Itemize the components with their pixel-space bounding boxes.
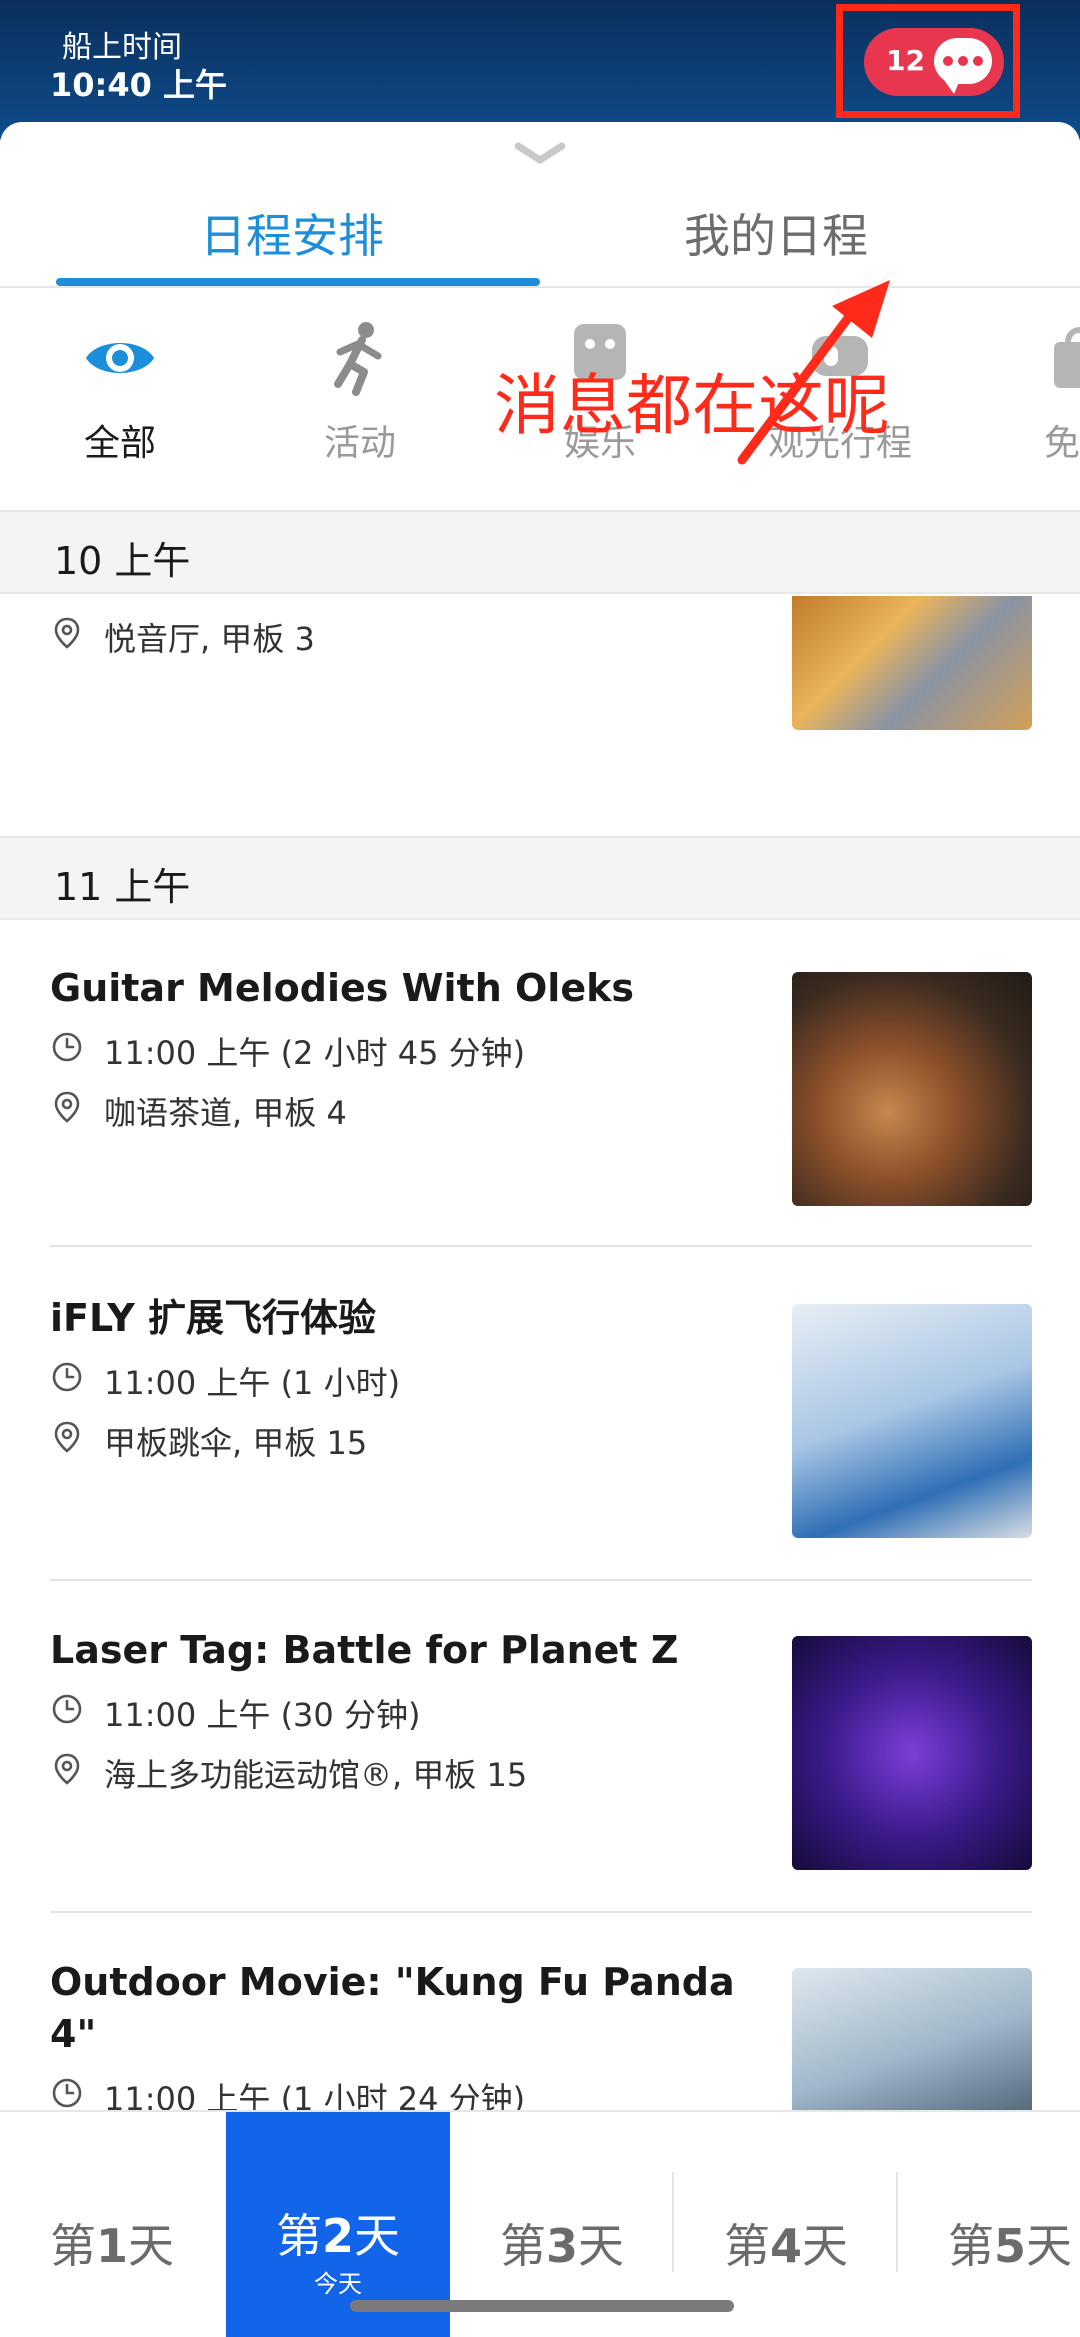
running-person-icon (334, 322, 382, 396)
filter-activities[interactable]: 活动 (270, 318, 450, 468)
event-thumbnail-image (792, 1304, 1032, 1538)
ship-time-value: 10:40 上午 (50, 66, 228, 104)
event-location-text: 咖语茶道, 甲板 4 (104, 1094, 347, 1132)
event-thumbnail-image (792, 596, 1032, 730)
home-indicator (350, 2300, 734, 2312)
location-pin-icon (54, 617, 80, 649)
time-section-label: 10 上午 (54, 539, 191, 583)
event-title: Laser Tag: Battle for Planet Z (50, 1628, 679, 1672)
row-divider (50, 1911, 1032, 1913)
time-section-header: 10 上午 (0, 510, 1080, 594)
row-divider (50, 1245, 1032, 1247)
event-duration-text: 11:00 上午 (30 分钟) (104, 1696, 421, 1734)
filter-label: 免税 (1043, 423, 1080, 464)
ship-header: 船上时间 10:40 上午 12 (0, 0, 1080, 140)
event-title: iFLY 扩展飞行体验 (50, 1296, 377, 1340)
event-card[interactable]: Outdoor Movie: "Kung Fu Panda 4" 11:00 上… (0, 1918, 1080, 2110)
event-location-text: 悦音厅, 甲板 3 (104, 620, 315, 658)
event-thumbnail-image (792, 1636, 1032, 1870)
clock-icon (52, 1362, 82, 1392)
day-tab-5[interactable]: 第5天 (898, 2112, 1080, 2337)
tabs-divider (0, 286, 1080, 288)
time-section-header: 11 上午 (0, 836, 1080, 920)
day-label: 第5天 (947, 2219, 1072, 2273)
clock-icon (52, 1032, 82, 1062)
clock-icon (52, 1694, 82, 1724)
event-thumbnail-image (792, 1968, 1032, 2110)
event-card[interactable]: Laser Tag: Battle for Planet Z 11:00 上午 … (0, 1586, 1080, 1916)
row-divider (50, 1579, 1032, 1581)
day-tab-1[interactable]: 第1天 (0, 2112, 224, 2337)
event-card[interactable]: iFLY 扩展飞行体验 11:00 上午 (1 小时) 甲板跳伞, 甲板 15 (0, 1254, 1080, 1584)
tab-schedule[interactable]: 日程安排 (200, 200, 384, 266)
event-thumbnail-image (792, 972, 1032, 1206)
clock-icon (52, 2078, 82, 2108)
messages-button[interactable]: 12 (864, 28, 1004, 96)
tab-my-schedule[interactable]: 我的日程 (684, 200, 868, 266)
day-label: 第3天 (499, 2219, 624, 2273)
filter-duty-free[interactable]: 免税 (990, 318, 1080, 468)
chevron-down-icon[interactable] (512, 142, 568, 166)
eye-icon (86, 343, 154, 373)
filter-label: 活动 (323, 423, 396, 464)
event-duration-text: 11:00 上午 (1 小时 24 分钟) (104, 2080, 526, 2110)
annotation-text: 消息都在这呢 (494, 367, 890, 444)
event-location-text: 海上多功能运动馆®, 甲板 15 (104, 1756, 528, 1794)
tab-active-indicator (56, 278, 540, 286)
location-pin-icon (54, 1753, 80, 1785)
event-location-text: 甲板跳伞, 甲板 15 (104, 1424, 368, 1462)
event-card[interactable]: 悦音厅, 甲板 3 (0, 596, 1080, 836)
event-card[interactable]: Guitar Melodies With Oleks 11:00 上午 (2 小… (0, 922, 1080, 1252)
filter-all[interactable]: 全部 (30, 318, 210, 468)
event-title: Outdoor Movie: "Kung Fu Panda 4" (50, 1960, 735, 2056)
message-count-badge: 12 (886, 44, 925, 77)
day-label: 第1天 (49, 2219, 174, 2273)
day-label: 第4天 (723, 2219, 848, 2273)
location-pin-icon (54, 1091, 80, 1123)
event-title: Guitar Melodies With Oleks (50, 966, 634, 1010)
event-duration-text: 11:00 上午 (1 小时) (104, 1364, 401, 1402)
today-label: 今天 (314, 2270, 362, 2298)
shopping-bag-icon (1054, 327, 1080, 388)
time-section-label: 11 上午 (54, 865, 191, 909)
filter-label: 全部 (83, 423, 156, 464)
location-pin-icon (54, 1421, 80, 1453)
event-duration-text: 11:00 上午 (2 小时 45 分钟) (104, 1034, 526, 1072)
day-label: 第2天 (275, 2209, 400, 2263)
chat-bubble-icon (934, 38, 992, 94)
